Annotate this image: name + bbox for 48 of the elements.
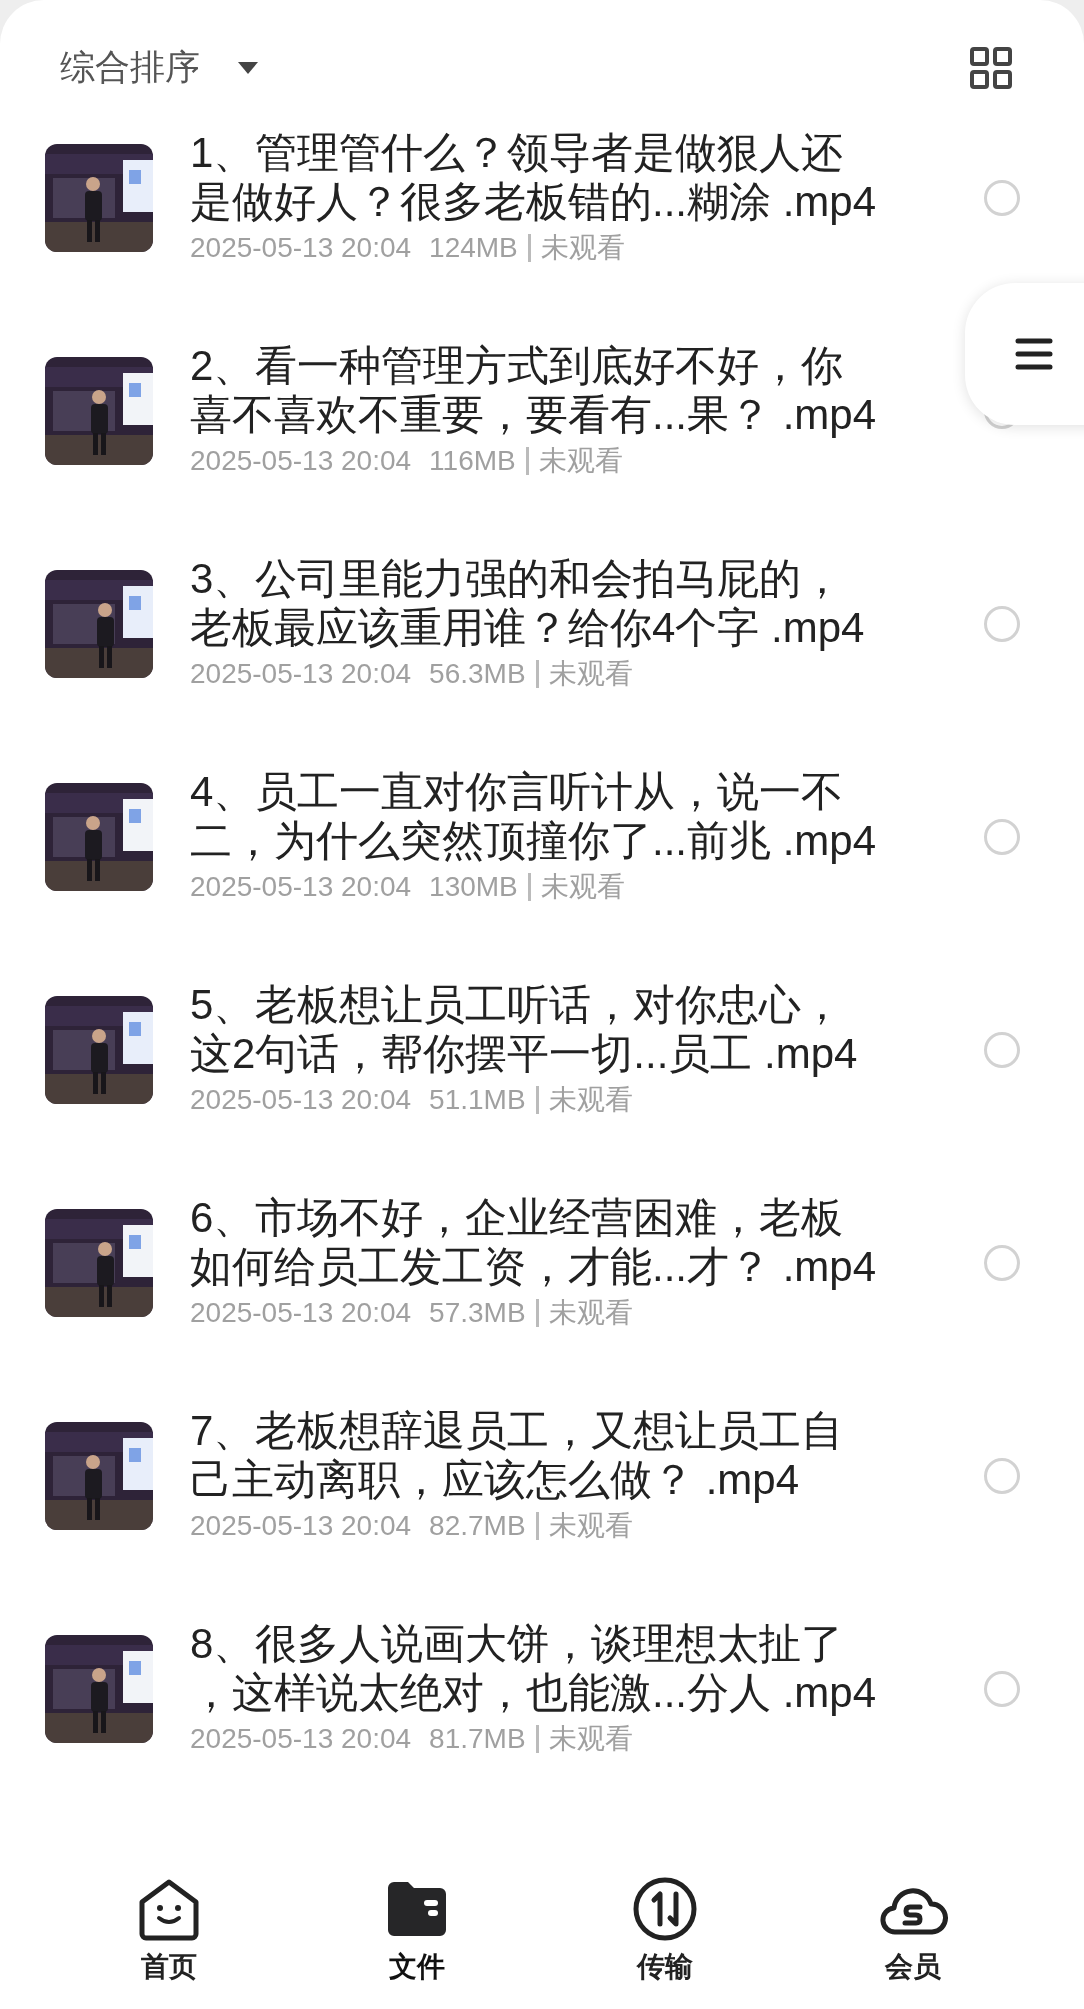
select-radio[interactable] <box>984 818 1020 855</box>
watch-status: 未观看 <box>548 656 633 691</box>
watch-status: 未观看 <box>548 1082 633 1117</box>
watch-status: 未观看 <box>538 443 623 478</box>
nav-tab[interactable]: 文件 <box>293 1850 541 2009</box>
select-radio[interactable] <box>984 1670 1020 1707</box>
caret-icon <box>238 61 258 74</box>
file-date: 2025-05-13 20:04 <box>190 1509 412 1542</box>
file-size: 82.7MB <box>429 1509 526 1542</box>
watch-status: 未观看 <box>548 1508 633 1543</box>
file-date: 2025-05-13 20:04 <box>190 1083 412 1116</box>
watch-status: 未观看 <box>548 1295 633 1330</box>
menu-icon <box>1015 337 1053 371</box>
select-radio[interactable] <box>984 1244 1020 1281</box>
grid-view-icon[interactable] <box>969 45 1013 90</box>
watch-status: 未观看 <box>548 1721 633 1756</box>
watch-status: 未观看 <box>540 230 625 265</box>
file-size: 57.3MB <box>429 1296 526 1329</box>
file-size: 124MB <box>429 231 518 264</box>
select-radio[interactable] <box>984 1031 1020 1068</box>
file-size: 81.7MB <box>429 1722 526 1755</box>
nav-tab[interactable]: 首页 <box>45 1850 293 2009</box>
file-size: 56.3MB <box>429 657 526 690</box>
nav-tab[interactable]: 会员 <box>789 1850 1037 2009</box>
file-name[interactable]: 2、看一种管理方式到底好不好，你喜不喜欢不重要，要看有...果？ .mp4 <box>190 340 882 439</box>
file-date: 2025-05-13 20:04 <box>190 657 412 690</box>
file-name[interactable]: 6、市场不好，企业经营困难，老板如何给员工发工资，才能...才？ .mp4 <box>190 1192 882 1291</box>
select-radio[interactable] <box>984 605 1020 642</box>
file-name[interactable]: 3、公司里能力强的和会拍马屁的，老板最应该重用谁？给你4个字 .mp4 <box>190 553 882 652</box>
file-name[interactable]: 1、管理管什么？领导者是做狠人还是做好人？很多老板错的...糊涂 .mp4 <box>190 127 882 226</box>
file-date: 2025-05-13 20:04 <box>190 870 412 903</box>
file-name[interactable]: 8、很多人说画大饼，谈理想太扯了，这样说太绝对，也能激...分人 .mp4 <box>190 1618 882 1717</box>
file-size: 116MB <box>429 444 516 477</box>
file-name[interactable]: 7、老板想辞退员工，又想让员工自己主动离职，应该怎么做？ .mp4 <box>190 1405 882 1504</box>
sort-dropdown[interactable]: 综合排序 <box>60 44 258 91</box>
nav-tab[interactable]: 传输 <box>541 1850 789 2009</box>
file-date: 2025-05-13 20:04 <box>190 1296 412 1329</box>
file-name[interactable]: 5、老板想让员工听话，对你忠心，这2句话，帮你摆平一切...员工 .mp4 <box>190 979 882 1078</box>
file-name[interactable]: 4、员工一直对你言听计从，说一不二，为什么突然顶撞你了...前兆 .mp4 <box>190 766 882 865</box>
file-size: 130MB <box>429 870 518 903</box>
file-date: 2025-05-13 20:04 <box>190 444 412 477</box>
file-date: 2025-05-13 20:04 <box>190 1722 412 1755</box>
watch-status: 未观看 <box>540 869 625 904</box>
side-menu[interactable] <box>965 283 1084 425</box>
select-radio[interactable] <box>984 179 1020 216</box>
file-size: 51.1MB <box>429 1083 526 1116</box>
file-date: 2025-05-13 20:04 <box>190 231 412 264</box>
select-radio[interactable] <box>984 1457 1020 1494</box>
